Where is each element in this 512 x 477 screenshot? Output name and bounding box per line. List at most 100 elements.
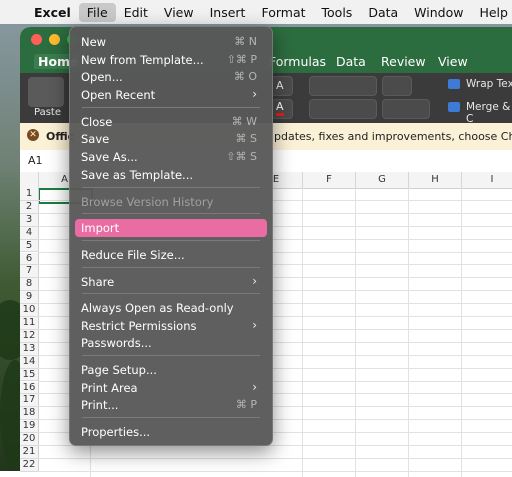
- menu-item-save-as[interactable]: Save As... ⇧⌘ S: [75, 148, 267, 166]
- menubar-app-excel[interactable]: Excel: [26, 3, 79, 22]
- row-header-16[interactable]: 16: [20, 381, 39, 395]
- menubar-help[interactable]: Help: [471, 3, 512, 22]
- menu-item-label: Print...: [81, 398, 119, 412]
- menubar-data[interactable]: Data: [360, 3, 406, 22]
- grid-line: [302, 188, 303, 477]
- row-header-22[interactable]: 22: [20, 458, 39, 472]
- name-box[interactable]: A1: [28, 154, 43, 167]
- menu-item-print-area[interactable]: Print Area ›: [75, 379, 267, 397]
- menu-item-save[interactable]: Save ⌘ S: [75, 130, 267, 148]
- chevron-right-icon: ›: [252, 318, 257, 332]
- row-header-15[interactable]: 15: [20, 368, 39, 382]
- wrap-text-button[interactable]: Wrap Text: [466, 78, 512, 90]
- row-header-19[interactable]: 19: [20, 420, 39, 434]
- minimize-window-button[interactable]: [49, 34, 60, 45]
- menu-item-import[interactable]: Import: [75, 219, 267, 237]
- menu-item-share[interactable]: Share ›: [75, 273, 267, 291]
- menu-item-label: New from Template...: [81, 53, 204, 67]
- row-header-13[interactable]: 13: [20, 342, 39, 356]
- menu-item-label: Passwords...: [81, 336, 152, 350]
- menu-item-properties[interactable]: Properties...: [75, 423, 267, 441]
- row-header-3[interactable]: 3: [20, 213, 39, 227]
- menu-item-new[interactable]: New ⌘ N: [75, 33, 267, 51]
- column-header-f[interactable]: F: [303, 172, 356, 189]
- row-header-17[interactable]: 17: [20, 394, 39, 408]
- tab-formulas[interactable]: Formulas: [269, 54, 326, 69]
- menu-item-print[interactable]: Print... ⌘ P: [75, 396, 267, 414]
- select-all-corner[interactable]: [20, 172, 39, 189]
- merge-button[interactable]: Merge & C: [466, 101, 512, 125]
- align-horizontal-buttons[interactable]: [309, 99, 377, 119]
- menu-item-label: Open...: [81, 70, 123, 84]
- row-header-2[interactable]: 2: [20, 200, 39, 214]
- menu-item-open[interactable]: Open... ⌘ O: [75, 68, 267, 86]
- menu-bar: Excel File Edit View Insert Format Tools…: [0, 0, 512, 24]
- menu-item-browse-version-history: Browse Version History: [75, 193, 267, 211]
- merge-icon: [448, 102, 460, 112]
- menu-item-label: Print Area: [81, 381, 138, 395]
- tab-view[interactable]: View: [438, 54, 468, 69]
- row-header-10[interactable]: 10: [20, 304, 39, 317]
- menubar-format[interactable]: Format: [253, 3, 313, 22]
- font-size-up-button[interactable]: A: [271, 76, 293, 96]
- font-color-button[interactable]: A: [271, 99, 293, 119]
- menu-item-save-as-template[interactable]: Save as Template...: [75, 166, 267, 184]
- menu-item-label: Import: [81, 221, 120, 235]
- menubar-view[interactable]: View: [156, 3, 202, 22]
- row-header-8[interactable]: 8: [20, 278, 39, 292]
- row-header-4[interactable]: 4: [20, 226, 39, 240]
- grid-line: [408, 188, 409, 477]
- paste-label: Paste: [34, 107, 61, 118]
- menu-item-label: Open Recent: [81, 88, 156, 102]
- column-header-h[interactable]: H: [409, 172, 462, 189]
- indent-buttons[interactable]: [382, 99, 430, 119]
- menu-item-close[interactable]: Close ⌘ W: [75, 113, 267, 131]
- column-header-i[interactable]: I: [462, 172, 512, 189]
- row-header-1[interactable]: 1: [20, 188, 39, 201]
- menu-item-shortcut: ⌘ P: [235, 398, 257, 411]
- grid-line: [38, 457, 512, 459]
- tab-data[interactable]: Data: [336, 54, 366, 69]
- row-header-18[interactable]: 18: [20, 407, 39, 421]
- menu-item-page-setup[interactable]: Page Setup...: [75, 361, 267, 379]
- row-header-7[interactable]: 7: [20, 265, 39, 279]
- menu-separator: [82, 267, 260, 268]
- row-header-9[interactable]: 9: [20, 291, 39, 305]
- row-header-21[interactable]: 21: [20, 446, 39, 459]
- menubar-tools[interactable]: Tools: [314, 3, 361, 22]
- menu-item-label: Reduce File Size...: [81, 248, 185, 262]
- row-header-20[interactable]: 20: [20, 433, 39, 446]
- menu-item-label: New: [81, 35, 107, 49]
- menu-item-label: Save as Template...: [81, 168, 194, 182]
- chevron-right-icon: ›: [252, 274, 257, 288]
- close-icon[interactable]: ✕: [27, 129, 39, 141]
- close-window-button[interactable]: [31, 34, 42, 45]
- menubar-file[interactable]: File: [78, 2, 116, 22]
- chevron-right-icon: ›: [252, 87, 257, 101]
- menu-item-label: Share: [81, 275, 115, 289]
- menubar-edit[interactable]: Edit: [116, 3, 156, 22]
- menu-separator: [82, 293, 260, 294]
- menu-item-passwords[interactable]: Passwords...: [75, 334, 267, 352]
- paste-button[interactable]: [28, 77, 64, 107]
- menubar-window[interactable]: Window: [406, 3, 471, 22]
- menu-item-new-from-template[interactable]: New from Template... ⇧⌘ P: [75, 51, 267, 69]
- orientation-button[interactable]: [382, 76, 412, 96]
- column-header-g[interactable]: G: [356, 172, 409, 189]
- menubar-insert[interactable]: Insert: [202, 3, 254, 22]
- row-header-12[interactable]: 12: [20, 329, 39, 343]
- menu-item-reduce-file-size[interactable]: Reduce File Size...: [75, 246, 267, 264]
- menu-separator: [82, 240, 260, 241]
- menu-item-label: Browse Version History: [81, 195, 214, 209]
- row-header-14[interactable]: 14: [20, 355, 39, 369]
- tab-review[interactable]: Review: [381, 54, 426, 69]
- row-header-6[interactable]: 6: [20, 252, 39, 266]
- row-header-5[interactable]: 5: [20, 239, 39, 253]
- menu-item-restrict-permissions[interactable]: Restrict Permissions ›: [75, 317, 267, 335]
- align-top-buttons[interactable]: [309, 76, 377, 96]
- menu-item-always-open-as-read-only[interactable]: Always Open as Read-only: [75, 299, 267, 317]
- row-header-11[interactable]: 11: [20, 317, 39, 330]
- menu-item-open-recent[interactable]: Open Recent ›: [75, 86, 267, 104]
- menu-item-shortcut: ⇧⌘ S: [226, 150, 257, 163]
- font-color-icon: A: [276, 101, 284, 116]
